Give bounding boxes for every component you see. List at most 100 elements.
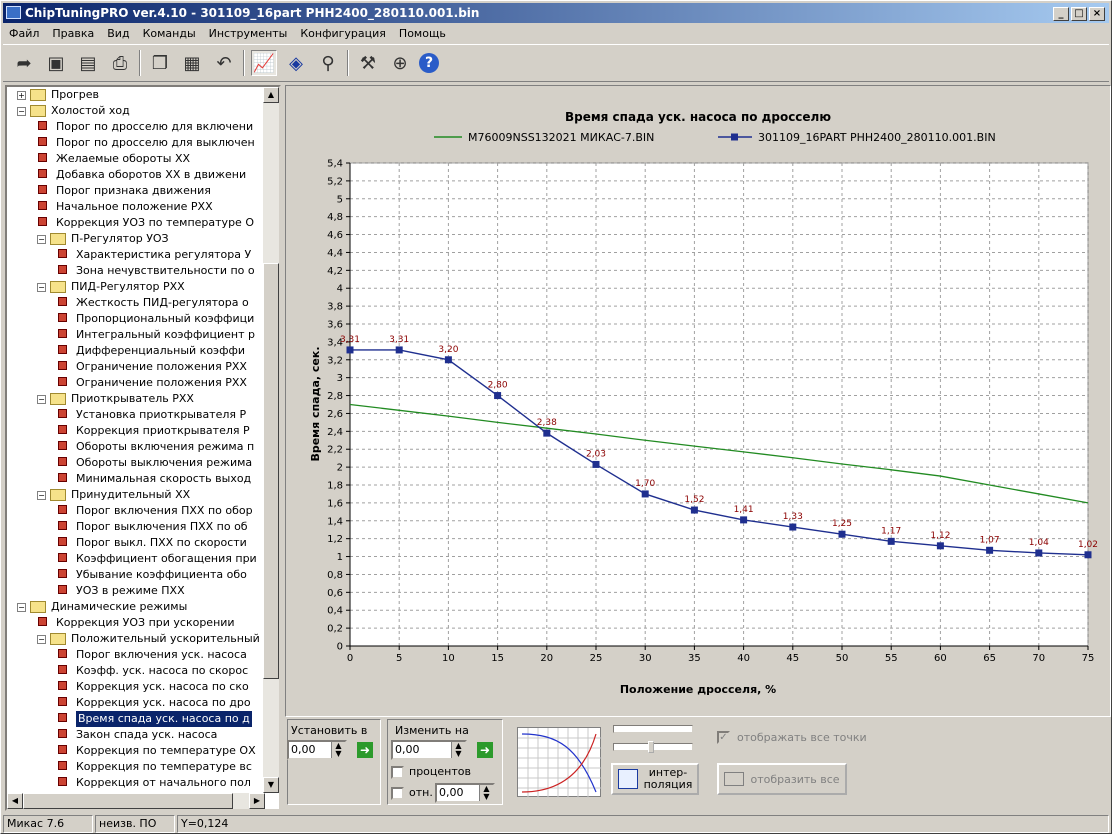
close-button[interactable]: × [1089, 7, 1105, 21]
print-icon[interactable]: ⎙ [107, 50, 133, 76]
slider-1[interactable] [613, 725, 693, 733]
tree-map-item[interactable]: ? Порог по дросселю для выключен [37, 135, 255, 151]
tree-map-item[interactable]: ? Порог включения уск. насоса [57, 647, 247, 663]
save-as-icon[interactable]: ▤ [75, 50, 101, 76]
tree-map-item[interactable]: ? Порог по дросселю для включени [37, 119, 253, 135]
tree-map-item[interactable]: ? Зона нечувствительности по о [57, 263, 255, 279]
tree-map-item[interactable]: ? Ограничение положения РХХ [57, 375, 247, 391]
copy-icon[interactable]: ❐ [147, 50, 173, 76]
minimize-button[interactable]: _ [1053, 7, 1069, 21]
menu-item-2[interactable]: Вид [107, 27, 129, 40]
tree-item-label: Установка приоткрывателя Р [76, 408, 247, 421]
open-icon[interactable]: ➦ [11, 50, 37, 76]
tree-map-item[interactable]: ? Коррекция по температуре вс [57, 759, 252, 775]
tree-map-item[interactable]: ? Начальное положение РХХ [37, 199, 213, 215]
collapse-icon[interactable]: − [17, 602, 26, 612]
scroll-up-button[interactable]: ▲ [263, 87, 279, 103]
tree-map-item[interactable]: ? Коррекция УОЗ по температуре О [37, 215, 254, 231]
tree-map-item[interactable]: ? Характеристика регулятора У [57, 247, 251, 263]
search-icon[interactable]: ⚲ [315, 50, 341, 76]
tree-map-item[interactable]: ? УОЗ в режиме ПХХ [57, 583, 185, 599]
tree-map-item[interactable]: ? Интегральный коэффициент р [57, 327, 255, 343]
tree-map-item[interactable]: ? Коэффициент обогащения при [57, 551, 257, 567]
tree-vertical-scrollbar[interactable]: ▲ ▼ [263, 87, 279, 793]
hscroll-thumb[interactable] [23, 793, 233, 809]
chart-view-icon[interactable]: 📈 [251, 50, 277, 76]
tree-map-item[interactable]: ? Минимальная скорость выход [57, 471, 251, 487]
menu-item-6[interactable]: Помощь [399, 27, 446, 40]
relative-checkbox[interactable] [391, 787, 404, 800]
collapse-icon[interactable]: − [37, 234, 46, 244]
tree-folder[interactable]: − Положительный ускорительный н [37, 631, 265, 647]
menu-item-3[interactable]: Команды [143, 27, 196, 40]
change-value-input[interactable]: 0,00 ▲ ▼ [391, 740, 467, 760]
tree-folder[interactable]: − П-Регулятор УОЗ [37, 231, 169, 247]
show-all-button[interactable]: отобразить все [717, 763, 847, 795]
tree-map-item[interactable]: ? Порог признака движения [37, 183, 211, 199]
map-icon: ? [57, 408, 71, 422]
menu-item-5[interactable]: Конфигурация [300, 27, 386, 40]
paste-icon[interactable]: ▦ [179, 50, 205, 76]
tree-map-item[interactable]: ? Время спада уск. насоса по д [57, 711, 252, 727]
tree-map-item[interactable]: ? Порог выключения ПХХ по об [57, 519, 248, 535]
tree-map-item[interactable]: ? Жесткость ПИД-регулятора о [57, 295, 249, 311]
menu-item-1[interactable]: Правка [52, 27, 94, 40]
tree-map-item[interactable]: ? Дифференциальный коэффи [57, 343, 245, 359]
scroll-thumb[interactable] [263, 263, 279, 679]
interpolation-button[interactable]: интер- поляция [611, 763, 699, 795]
collapse-icon[interactable]: − [37, 282, 46, 292]
relative-value-input[interactable]: 0,00 ▲ ▼ [435, 783, 495, 803]
tree-folder[interactable]: − Холостой ход [17, 103, 130, 119]
tree-map-item[interactable]: ? Коррекция по температуре ОХ [57, 743, 256, 759]
tree-folder[interactable]: + Прогрев [17, 87, 99, 103]
map-tree: + Прогрев − Холостой ход? Порог по дросселю … [5, 85, 281, 811]
tree-map-item[interactable]: ? Ограничение положения РХХ [57, 359, 247, 375]
scroll-left-button[interactable]: ◀ [7, 793, 23, 809]
tree-map-item[interactable]: ? Коррекция УОЗ при ускорении [37, 615, 235, 631]
tree-map-item[interactable]: ? Добавка оборотов ХХ в движени [37, 167, 246, 183]
maximize-button[interactable]: □ [1071, 7, 1087, 21]
scroll-right-button[interactable]: ▶ [249, 793, 265, 809]
tree-map-item[interactable]: ? Коэфф. уск. насоса по скорос [57, 663, 248, 679]
tree-map-item[interactable]: ? Установка приоткрывателя Р [57, 407, 246, 423]
tree-folder[interactable]: − Принудительный ХХ [37, 487, 190, 503]
set-value-input[interactable]: 0,00 ▲ ▼ [287, 740, 347, 760]
tree-map-item[interactable]: ? Закон спада уск. насоса [57, 727, 217, 743]
tree-map-item[interactable]: ? Порог выкл. ПХХ по скорости [57, 535, 247, 551]
tree-map-item[interactable]: ? Обороты включения режима п [57, 439, 254, 455]
slider-2-thumb[interactable] [648, 741, 654, 753]
tree-map-item[interactable]: ? Коррекция уск. насоса по ско [57, 679, 249, 695]
help-icon[interactable]: ? [419, 53, 439, 73]
undo-icon[interactable]: ↶ [211, 50, 237, 76]
tree-folder[interactable]: − ПИД-Регулятор РХХ [37, 279, 185, 295]
tree-map-item[interactable]: ? Порог включения ПХХ по обор [57, 503, 253, 519]
tree-map-item[interactable]: ? Коррекция от начального пол [57, 775, 251, 791]
tree-map-item[interactable]: ? Пропорциональный коэффици [57, 311, 254, 327]
change-apply-button[interactable]: ➜ [477, 742, 493, 758]
tree-map-item[interactable]: ? Убывание коэффициента обо [57, 567, 247, 583]
set-apply-button[interactable]: ➜ [357, 742, 373, 758]
percent-checkbox[interactable] [391, 766, 404, 779]
collapse-icon[interactable]: − [17, 106, 26, 116]
collapse-icon[interactable]: − [37, 394, 46, 404]
tree-item-label: Порог по дросселю для выключен [56, 136, 255, 149]
show-points-checkbox[interactable]: ✓ [717, 731, 730, 744]
network-icon[interactable]: ⊕ [387, 50, 413, 76]
tools-icon[interactable]: ⚒ [355, 50, 381, 76]
tree-horizontal-scrollbar[interactable]: ◀ ▶ [7, 793, 265, 809]
show-all-label: отобразить все [750, 772, 840, 786]
tree-map-item[interactable]: ? Коррекция приоткрывателя Р [57, 423, 250, 439]
collapse-icon[interactable]: − [37, 634, 46, 644]
collapse-icon[interactable]: − [37, 490, 46, 500]
save-icon[interactable]: ▣ [43, 50, 69, 76]
expand-icon[interactable]: + [17, 90, 26, 100]
tree-map-item[interactable]: ? Коррекция уск. насоса по дро [57, 695, 251, 711]
menu-item-0[interactable]: Файл [9, 27, 39, 40]
tree-map-item[interactable]: ? Обороты выключения режима [57, 455, 252, 471]
info-icon[interactable]: ◈ [283, 50, 309, 76]
menu-item-4[interactable]: Инструменты [209, 27, 288, 40]
tree-folder[interactable]: − Динамические режимы [17, 599, 187, 615]
scroll-down-button[interactable]: ▼ [263, 777, 279, 793]
tree-folder[interactable]: − Приоткрыватель РХХ [37, 391, 194, 407]
tree-map-item[interactable]: ? Желаемые обороты ХХ [37, 151, 190, 167]
